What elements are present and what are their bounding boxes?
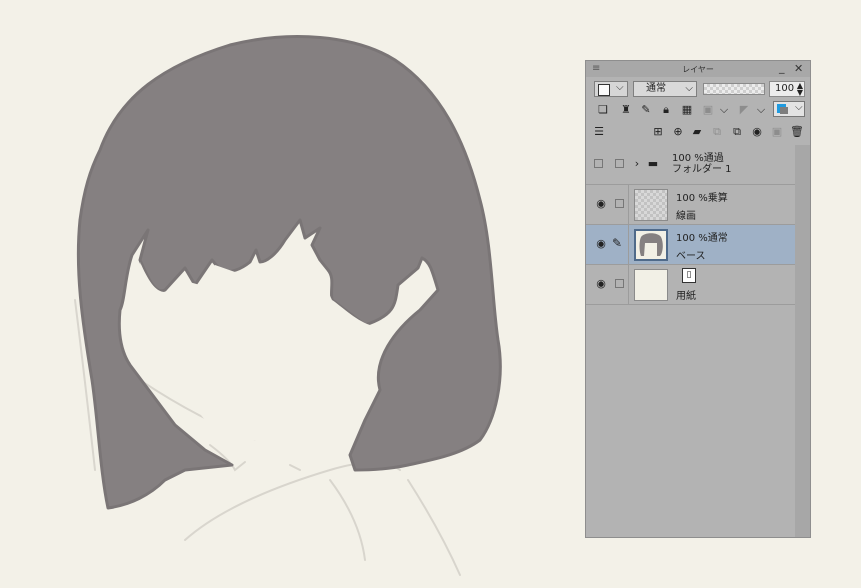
new-vector-icon[interactable]: ⊕ (671, 125, 685, 139)
eye-icon[interactable]: ◉ (594, 237, 608, 251)
opacity-value: 100 (775, 83, 795, 94)
visibility-checkbox[interactable] (594, 159, 603, 168)
delete-icon[interactable]: 🗑︎ (790, 125, 804, 139)
draft-icon[interactable]: ✎ (639, 103, 653, 117)
layer-list-scrollbar[interactable] (795, 145, 810, 537)
minimize-icon[interactable]: _ (779, 61, 785, 74)
layer-row-base[interactable]: ◉ ✎ 100 %通常 ベース (586, 225, 795, 265)
layer-clip-icon[interactable]: ❏ (596, 103, 610, 117)
spinner-icon[interactable]: ▲ ▼ (797, 82, 803, 97)
panel-list-icon[interactable]: ☰ (592, 125, 606, 139)
chevron-down-icon[interactable]: ⌵ (754, 103, 768, 117)
chevron-down-icon[interactable]: ⌵ (717, 103, 731, 117)
lock-icon[interactable]: 🔒︎ (659, 103, 673, 117)
layer-mode: 100 %通常 (676, 233, 728, 244)
pen-icon: ✎ (612, 236, 623, 250)
layer-name: ベース (676, 251, 706, 262)
panel-titlebar[interactable]: ≡ レイヤー _ ✕ (586, 61, 810, 77)
eye-icon[interactable]: ◉ (594, 197, 608, 211)
lock-checkbox[interactable] (615, 159, 624, 168)
mask-icon[interactable]: ◉ (750, 125, 764, 139)
lock-checkbox[interactable] (615, 199, 624, 208)
opacity-slider[interactable] (703, 83, 765, 95)
new-folder-icon[interactable]: ▰ (690, 125, 704, 139)
layer-row-folder[interactable]: › ▬ 100 %通過 フォルダー 1 (586, 145, 795, 185)
layer-property-dropdown[interactable]: ⌵ (594, 81, 628, 97)
layer-options-toolbar: ❏ ♜ ✎ 🔒︎ ▦ ▣ ⌵ ◤ ⌵ ⌵ (586, 99, 810, 121)
chevron-right-icon[interactable]: › (630, 157, 644, 171)
layer-color-button[interactable]: ⌵ (773, 101, 805, 117)
new-raster-icon[interactable]: ⊞ (651, 125, 665, 139)
layer-actions-toolbar: ☰ ⊞ ⊕ ▰ ⧉ ⧉ ◉ ▣ 🗑︎ (586, 121, 810, 143)
layer-thumbnail (634, 229, 668, 261)
chevron-down-icon: ⌵ (795, 102, 803, 113)
layer-name: 用紙 (676, 291, 696, 302)
layer-panel: ≡ レイヤー _ ✕ ⌵ 通常 ⌵ 100 ▲ ▼ ❏ ♜ ✎ 🔒︎ ▦ ▣ ⌵ … (585, 60, 811, 538)
apply-mask-icon[interactable]: ▣ (770, 125, 784, 139)
eye-icon[interactable]: ◉ (594, 277, 608, 291)
layer-thumbnail (634, 269, 668, 301)
layer-row-paper[interactable]: ◉ ▯ 用紙 (586, 265, 795, 305)
lock-alpha-icon[interactable]: ▦ (680, 103, 694, 117)
blend-row: ⌵ 通常 ⌵ 100 ▲ ▼ (586, 79, 810, 99)
layer-list: › ▬ 100 %通過 フォルダー 1 ◉ 100 %乗算 線画 ◉ ✎ 100… (586, 145, 810, 537)
opacity-input[interactable]: 100 ▲ ▼ (769, 81, 805, 97)
layer-mode: 100 %乗算 (676, 193, 728, 204)
layer-thumbnail (634, 189, 668, 221)
mask-disabled-icon[interactable]: ▣ (701, 103, 715, 117)
layer-name: 線画 (676, 211, 696, 222)
layer-row-lineart[interactable]: ◉ 100 %乗算 線画 (586, 185, 795, 225)
blend-mode-select[interactable]: 通常 ⌵ (633, 81, 697, 97)
layer-name: フォルダー 1 (672, 164, 732, 175)
ruler-disabled-icon[interactable]: ◤ (737, 103, 751, 117)
paper-icon: ▯ (682, 268, 696, 283)
reference-icon[interactable]: ♜ (619, 103, 633, 117)
chevron-down-icon: ⌵ (616, 82, 624, 93)
lock-checkbox[interactable] (615, 279, 624, 288)
chevron-down-icon: ⌵ (685, 83, 693, 94)
panel-title: レイヤー (682, 65, 714, 74)
close-icon[interactable]: ✕ (794, 62, 803, 75)
merge-down-icon[interactable]: ⧉ (730, 125, 744, 139)
blend-mode-value: 通常 (646, 83, 666, 94)
transfer-down-icon[interactable]: ⧉ (710, 125, 724, 139)
folder-icon: ▬ (647, 157, 659, 170)
square-icon (598, 84, 610, 96)
